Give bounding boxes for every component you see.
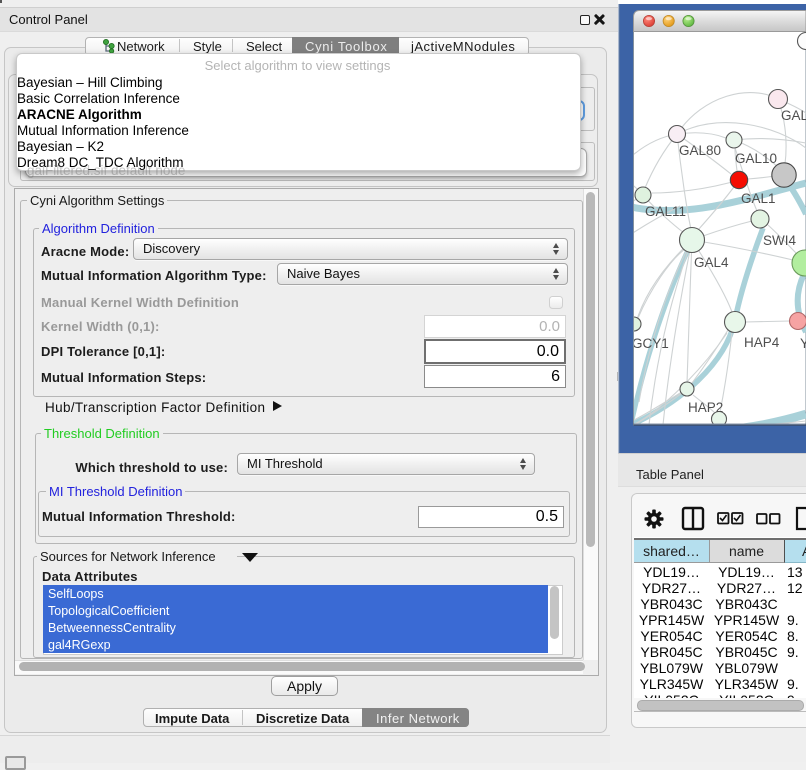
svg-text:GAL10: GAL10 xyxy=(735,151,777,166)
svg-text:SWI4: SWI4 xyxy=(763,233,796,248)
svg-text:GAL2: GAL2 xyxy=(781,108,806,123)
svg-text:GAL4: GAL4 xyxy=(694,255,729,270)
svg-text:GAL1: GAL1 xyxy=(741,191,776,206)
svg-text:GAL80: GAL80 xyxy=(679,143,721,158)
svg-text:HAP4: HAP4 xyxy=(744,335,780,350)
svg-text:GAL11: GAL11 xyxy=(645,204,686,219)
svg-text:GCY1: GCY1 xyxy=(632,336,669,351)
svg-text:Y: Y xyxy=(800,336,806,351)
svg-text:HAP2: HAP2 xyxy=(688,400,723,415)
